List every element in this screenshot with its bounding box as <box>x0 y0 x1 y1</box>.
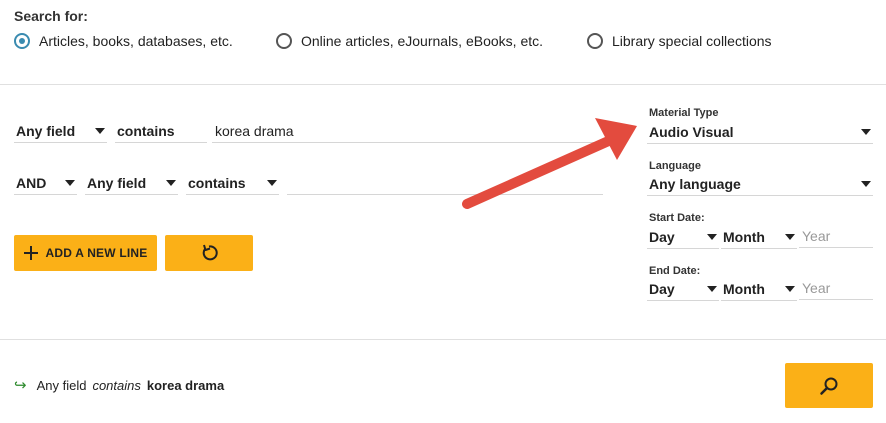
operator-select-value: contains <box>188 174 246 191</box>
annotation-arrow-icon <box>462 118 637 209</box>
start-day-value: Day <box>649 228 675 245</box>
start-month-value: Month <box>723 228 765 245</box>
operator-select-line2[interactable]: contains <box>186 171 279 195</box>
add-new-line-label: ADD A NEW LINE <box>45 246 148 260</box>
caret-down-icon <box>707 233 717 240</box>
caret-down-icon <box>861 180 871 187</box>
boolean-select-value: AND <box>16 174 47 191</box>
divider <box>0 84 886 85</box>
caret-down-icon <box>95 127 105 134</box>
field-select-value: Any field <box>16 122 76 139</box>
start-year-input[interactable] <box>799 224 873 248</box>
start-date-label: Start Date: <box>649 212 705 224</box>
end-month-select[interactable]: Month <box>721 277 797 301</box>
radio-selected-icon[interactable] <box>14 33 30 49</box>
end-year-input[interactable] <box>799 276 873 300</box>
language-value: Any language <box>649 175 741 192</box>
material-type-value: Audio Visual <box>649 123 734 140</box>
field-select-value: Any field <box>87 174 147 191</box>
caret-down-icon <box>65 179 75 186</box>
end-month-value: Month <box>723 280 765 297</box>
summary-operator: contains <box>92 377 141 393</box>
plus-icon <box>23 246 38 260</box>
material-type-label: Material Type <box>649 107 719 119</box>
operator-select-line1[interactable]: contains <box>115 119 207 143</box>
divider <box>0 339 886 340</box>
summary-value: korea drama <box>146 377 225 393</box>
query-summary: ↪ Any field contains korea drama <box>14 376 224 394</box>
radio-unselected-icon[interactable] <box>587 33 603 49</box>
radio-label: Library special collections <box>612 33 772 49</box>
material-type-select[interactable]: Audio Visual <box>647 120 873 144</box>
radio-articles-books[interactable]: Articles, books, databases, etc. <box>14 33 233 49</box>
search-button[interactable] <box>785 363 873 408</box>
operator-select-value: contains <box>117 122 175 139</box>
summary-field: Any field <box>36 377 87 393</box>
radio-special-collections[interactable]: Library special collections <box>587 33 772 49</box>
end-date-label: End Date: <box>649 265 701 277</box>
caret-down-icon <box>785 285 795 292</box>
caret-down-icon <box>166 179 176 186</box>
field-select-line2[interactable]: Any field <box>85 171 178 195</box>
end-day-select[interactable]: Day <box>647 277 719 301</box>
caret-down-icon <box>267 179 277 186</box>
end-day-value: Day <box>649 280 675 297</box>
add-new-line-button[interactable]: ADD A NEW LINE <box>14 235 157 271</box>
boolean-select-line2[interactable]: AND <box>14 171 77 195</box>
start-month-select[interactable]: Month <box>721 225 797 249</box>
radio-unselected-icon[interactable] <box>276 33 292 49</box>
caret-down-icon <box>861 128 871 135</box>
radio-label: Online articles, eJournals, eBooks, etc. <box>301 33 544 49</box>
start-day-select[interactable]: Day <box>647 225 719 249</box>
field-select-line1[interactable]: Any field <box>14 119 107 143</box>
radio-online-articles[interactable]: Online articles, eJournals, eBooks, etc. <box>276 33 543 49</box>
caret-down-icon <box>785 233 795 240</box>
return-arrow-icon: ↪ <box>14 377 27 394</box>
reset-icon <box>202 244 218 261</box>
caret-down-icon <box>707 285 717 292</box>
search-for-label: Search for: <box>14 8 88 24</box>
reset-button[interactable] <box>165 235 253 271</box>
language-select[interactable]: Any language <box>647 172 873 196</box>
language-label: Language <box>649 160 701 172</box>
radio-label: Articles, books, databases, etc. <box>39 33 233 49</box>
search-icon <box>820 377 838 395</box>
